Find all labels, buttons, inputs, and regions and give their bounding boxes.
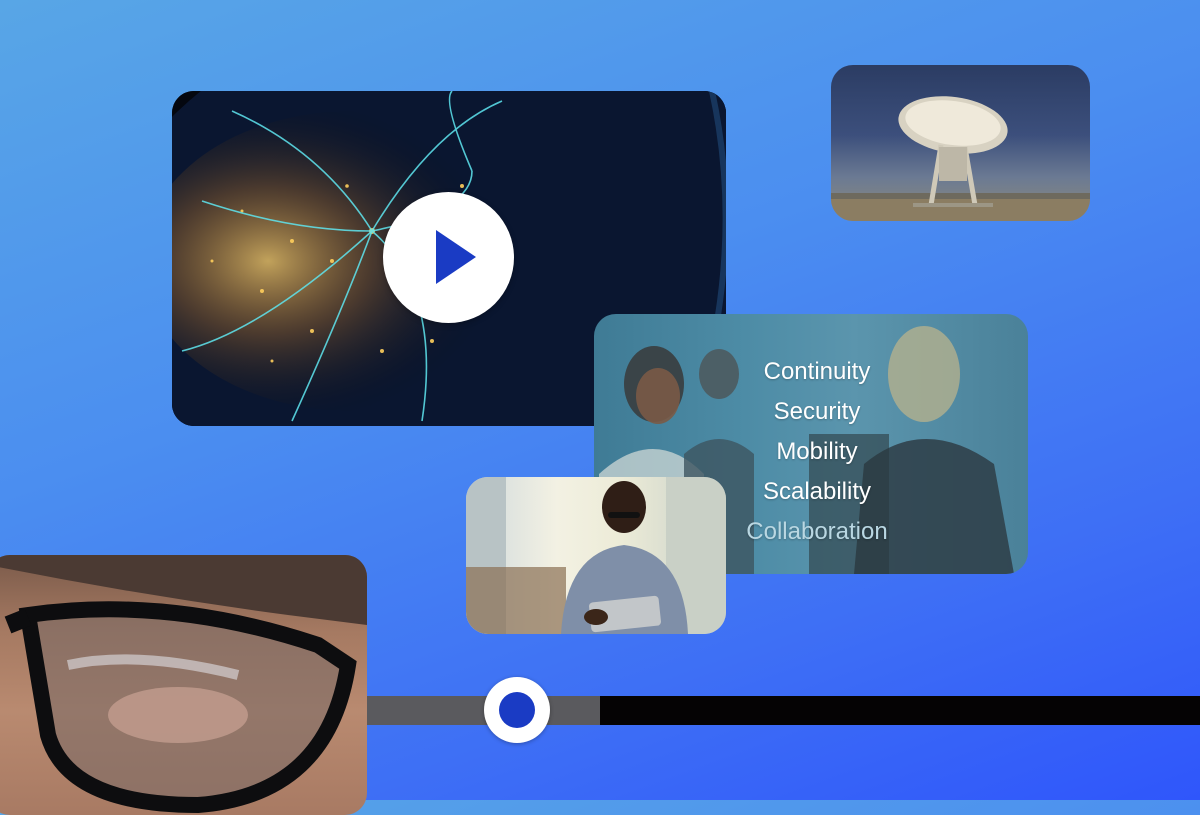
feature-word-mobility: Mobility xyxy=(776,438,858,465)
feature-word-security: Security xyxy=(773,398,861,425)
play-icon xyxy=(436,230,476,284)
video-thumbnail-tablet[interactable] xyxy=(466,477,726,634)
progress-bar-remaining[interactable] xyxy=(600,696,1200,725)
video-thumbnail-glasses[interactable] xyxy=(0,555,367,815)
feature-word-list: Continuity Security Mobility Scalability… xyxy=(738,352,896,552)
play-button[interactable] xyxy=(383,192,514,323)
feature-word-continuity: Continuity xyxy=(763,358,871,385)
progress-scrubber-handle[interactable] xyxy=(484,677,550,743)
man-with-tablet-image xyxy=(466,477,726,634)
video-thumbnail-dish[interactable] xyxy=(831,65,1090,221)
radio-telescope-image xyxy=(831,96,1090,221)
feature-word-scalability: Scalability xyxy=(762,478,872,505)
eye-with-glasses-image xyxy=(0,555,367,814)
feature-word-collaboration: Collaboration xyxy=(746,518,888,545)
